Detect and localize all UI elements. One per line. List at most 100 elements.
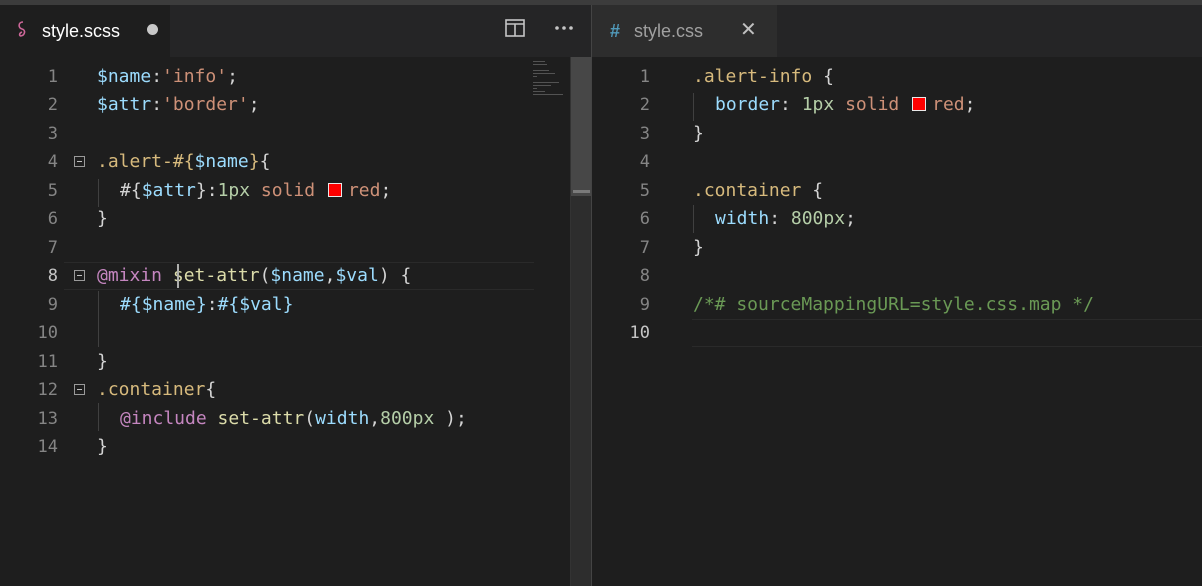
code-line: 12 .container{ [0, 376, 591, 404]
token-punctuation: } [97, 351, 108, 372]
line-number: 12 [37, 380, 58, 400]
token-selector: .alert-#{ [97, 151, 195, 172]
token-punctuation: : [206, 180, 218, 201]
token-keyword: @mixin [97, 265, 163, 286]
token-value: solid [260, 180, 316, 201]
color-swatch[interactable] [327, 182, 342, 197]
token-variable: $attr [97, 94, 152, 115]
line-number: 7 [639, 238, 650, 258]
token-variable: $val [239, 294, 283, 315]
css-file-icon: # [609, 20, 620, 41]
line-number: 2 [47, 95, 58, 115]
line-number: 4 [639, 152, 650, 172]
token-punctuation: } [195, 294, 207, 315]
token-punctuation: } [97, 208, 108, 229]
code-line: 9 /*# sourceMappingURL=style.css.map */ [592, 291, 1202, 319]
line-number: 9 [47, 295, 58, 315]
code-line: 3 [0, 120, 591, 148]
token-variable: $val [335, 265, 379, 286]
token-punctuation: ; [845, 208, 856, 229]
token-punctuation: { [823, 66, 834, 87]
token-punctuation: #{ [120, 180, 142, 201]
token-punctuation: { [205, 379, 217, 400]
line-number-current: 8 [47, 266, 58, 286]
token-argument: width [315, 408, 370, 429]
fold-toggle-icon[interactable] [74, 384, 85, 395]
token-string: 'border' [162, 94, 249, 115]
token-keyword: @include [120, 408, 207, 429]
line-number: 14 [37, 437, 58, 457]
close-tab-icon[interactable]: ✕ [740, 18, 757, 42]
tab-label: style.css [634, 20, 704, 41]
token-value: solid [845, 94, 900, 115]
token-punctuation: ) [378, 265, 390, 286]
line-number: 2 [639, 95, 650, 115]
token-selector: } [248, 151, 260, 172]
tab-style-scss[interactable]: style.scss [0, 5, 170, 57]
code-line: 14 } [0, 433, 591, 461]
unsaved-dot-icon[interactable] [147, 24, 158, 35]
code-line: 11 } [0, 348, 591, 376]
fold-toggle-icon[interactable] [74, 270, 85, 281]
code-line: 5 .container { [592, 177, 1202, 205]
line-number: 8 [639, 266, 650, 286]
token-punctuation: : [206, 294, 218, 315]
code-line: 13 @include set-attr(width,800px ); [0, 405, 591, 433]
color-swatch[interactable] [912, 96, 927, 111]
token-punctuation: } [693, 237, 704, 258]
line-number: 6 [639, 209, 650, 229]
token-property: width [715, 208, 770, 229]
line-number: 3 [639, 124, 650, 144]
code-editor-css[interactable]: 1 .alert-info { 2 border: 1px solid red;… [592, 57, 1202, 586]
code-line: 7 [0, 234, 591, 262]
code-line: 6 } [0, 205, 591, 233]
vertical-scrollbar[interactable] [570, 57, 591, 586]
token-punctuation: ; [248, 94, 260, 115]
code-line: 4 [592, 148, 1202, 176]
token-punctuation: : [151, 66, 163, 87]
tab-style-css[interactable]: # style.css ✕ [592, 5, 777, 57]
code-line: 9 #{$name}:#{$val} [0, 291, 591, 319]
token-selector: .alert-info [693, 66, 813, 87]
token-number: 800px [790, 208, 846, 229]
code-line: 6 width: 800px; [592, 205, 1202, 233]
token-punctuation: } [693, 123, 704, 144]
line-number: 6 [47, 209, 58, 229]
token-punctuation: } [97, 436, 108, 457]
token-punctuation: { [259, 151, 271, 172]
token-value: red [347, 180, 381, 201]
more-actions-icon[interactable] [552, 19, 576, 43]
token-punctuation: , [369, 408, 381, 429]
tab-label: style.scss [42, 20, 121, 41]
token-variable: $attr [141, 180, 196, 201]
token-punctuation: ; [227, 66, 238, 87]
code-line: 3 } [592, 120, 1202, 148]
code-editor-scss[interactable]: 1 $name:'info'; 2 $attr:'border'; 3 4 .a… [0, 57, 591, 586]
line-number-current: 10 [629, 323, 650, 343]
token-punctuation: { [400, 265, 412, 286]
code-line: 10 [0, 319, 591, 347]
code-line: 8 [592, 262, 1202, 290]
token-punctuation: ( [259, 265, 271, 286]
token-selector: .container [97, 379, 206, 400]
code-line: 5 #{$attr}:1px solid red; [0, 177, 591, 205]
token-selector: .container [693, 180, 802, 201]
token-variable: $name [270, 265, 325, 286]
editor-group-left: style.scss 1 $name:'info'; 2 $attr:'bord… [0, 5, 591, 586]
token-value: red [932, 94, 965, 115]
token-comment: /*# sourceMappingURL=style.css.map */ [693, 294, 1094, 315]
line-number: 1 [47, 67, 58, 87]
token-punctuation: } [282, 294, 294, 315]
line-number: 5 [639, 181, 650, 201]
token-variable: $name [194, 151, 249, 172]
token-punctuation: , [324, 265, 336, 286]
token-punctuation: : [151, 94, 163, 115]
code-line: 2 border: 1px solid red; [592, 91, 1202, 119]
fold-toggle-icon[interactable] [74, 156, 85, 167]
token-punctuation: ); [434, 408, 467, 429]
token-number: 800px [380, 408, 435, 429]
code-line: 7 } [592, 234, 1202, 262]
token-punctuation: #{ [120, 294, 142, 315]
split-editor-icon[interactable] [503, 19, 527, 43]
scrollbar-thumb[interactable] [571, 57, 591, 196]
